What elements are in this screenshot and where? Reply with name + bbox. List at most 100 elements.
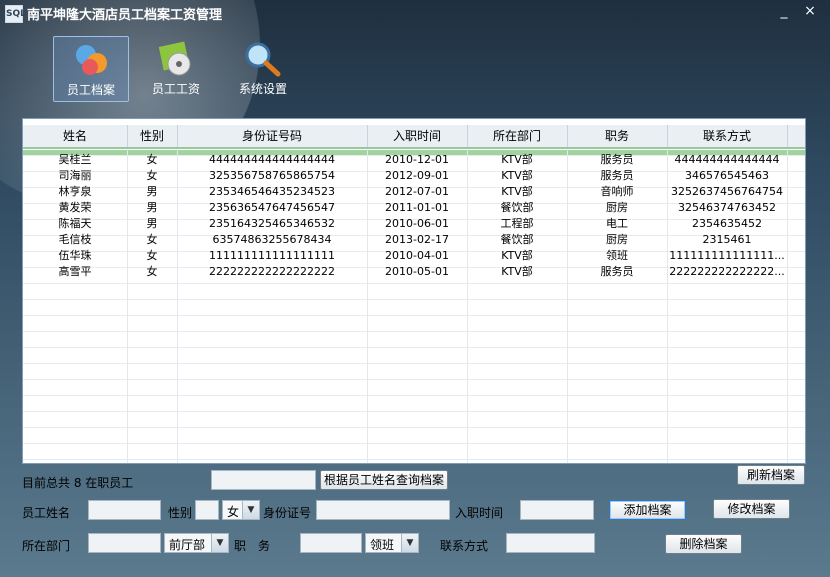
id-number-input[interactable]: [316, 500, 450, 520]
position-select[interactable]: 领班 ▼: [365, 533, 419, 553]
table-cell: 司海丽: [58, 169, 92, 182]
table-row[interactable]: 吴桂兰 女 444444444444444444 2010-12-01 KTV部 服务员 4…: [23, 152, 805, 168]
table-cell: 工程部: [500, 217, 534, 230]
table-cell: 毛信枝: [58, 233, 92, 246]
table-cell: 女: [146, 233, 158, 246]
table-cell: 男: [146, 217, 158, 230]
column-header[interactable]: 姓名: [23, 125, 128, 147]
main-window: SQL 南平坤隆大酒店员工档案工资管理 _ × 员工档案 员工工资 系统设置 姓…: [0, 0, 830, 577]
chevron-down-icon[interactable]: ▼: [401, 534, 418, 552]
table-cell: KTV部: [501, 185, 533, 198]
department-select-value: 前厅部: [169, 538, 206, 552]
chevron-down-icon[interactable]: ▼: [211, 534, 228, 552]
table-cell: 222222222222222...: [669, 265, 785, 278]
table-cell: 2011-01-01: [385, 201, 449, 214]
table-row[interactable]: 伍华珠 女 111111111111111111 2010-04-01 KTV部 领班 11…: [23, 248, 805, 264]
table-row[interactable]: 毛信枝 女 63574863255678434 2013-02-17 餐饮部 厨房 2315…: [23, 232, 805, 248]
grid-row-line: [23, 299, 805, 300]
magnifier-icon: [245, 42, 281, 77]
table-cell: 2315461: [702, 233, 752, 246]
salary-disc-icon: [158, 41, 191, 76]
table-row[interactable]: 陈福天 男 235164325465346532 2010-06-01 工程部 电工 235…: [23, 216, 805, 232]
table-cell: 林亨泉: [58, 185, 92, 198]
column-header[interactable]: 联系方式: [667, 125, 788, 147]
toolbar-label: 员工档案: [66, 83, 115, 97]
table-cell: 235164325465346532: [209, 217, 335, 230]
table-cell: 高雪平: [58, 265, 92, 278]
toolbar-label: 员工工资: [151, 82, 200, 96]
employee-table[interactable]: 姓名 性别 身份证号码 入职时间 所在部门 职务 联系方式 吴桂兰女 444444…: [22, 118, 806, 464]
column-header[interactable]: 所在部门: [467, 125, 568, 147]
search-name-input[interactable]: [211, 470, 316, 490]
column-header[interactable]: 入职时间: [367, 125, 468, 147]
hire-date-label: 入职时间: [455, 506, 504, 520]
column-header[interactable]: 身份证号码: [177, 125, 368, 147]
table-cell: 电工: [606, 217, 628, 230]
table-cell: 2012-07-01: [385, 185, 449, 198]
column-header[interactable]: 性别: [127, 125, 178, 147]
title-bar: SQL 南平坤隆大酒店员工档案工资管理 _ ×: [0, 0, 830, 26]
search-by-name-button[interactable]: 根据员工姓名查询档案: [320, 470, 448, 490]
table-cell: KTV部: [501, 249, 533, 262]
table-cell: 厨房: [606, 233, 628, 246]
table-cell: 444444444444444444: [209, 153, 335, 166]
toolbar-system-settings[interactable]: 系统设置: [226, 36, 300, 100]
gender-select[interactable]: 女 ▼: [222, 500, 260, 520]
table-cell: 111111111111111...: [669, 249, 785, 262]
table-cell: 服务员: [600, 265, 634, 278]
table-cell: 女: [146, 169, 158, 182]
name-label: 员工姓名: [22, 506, 71, 520]
table-cell: 女: [146, 249, 158, 262]
table-cell: 2354635452: [692, 217, 762, 230]
edit-record-button[interactable]: 修改档案: [713, 499, 790, 519]
table-cell: 伍华珠: [58, 249, 92, 262]
table-row[interactable]: 林亨泉 男 235346546435234523 2012-07-01 KTV部 音响师 3…: [23, 184, 805, 200]
refresh-records-button[interactable]: 刷新档案: [737, 465, 805, 485]
grid-row-line: [23, 363, 805, 364]
table-row[interactable]: 司海丽 女 325356758765865754 2012-09-01 KTV部 服务员 3…: [23, 168, 805, 184]
table-header: 姓名 性别 身份证号码 入职时间 所在部门 职务 联系方式: [23, 125, 805, 149]
table-cell: KTV部: [501, 169, 533, 182]
table-cell: 346576545463: [685, 169, 769, 182]
gender-input[interactable]: [195, 500, 219, 520]
grid-row-line: [23, 347, 805, 348]
table-cell: 325356758765865754: [209, 169, 335, 182]
table-cell: 2010-04-01: [385, 249, 449, 262]
table-cell: 男: [146, 201, 158, 214]
table-cell: 女: [146, 265, 158, 278]
toolbar-label: 系统设置: [238, 82, 287, 96]
position-input[interactable]: [300, 533, 362, 553]
close-button[interactable]: ×: [798, 2, 822, 22]
delete-record-button[interactable]: 删除档案: [665, 534, 742, 554]
table-cell: 111111111111111111: [209, 249, 335, 262]
hire-date-input[interactable]: [520, 500, 594, 520]
department-input[interactable]: [88, 533, 161, 553]
name-input[interactable]: [88, 500, 161, 520]
table-row[interactable]: 黄发荣 男 235636547647456547 2011-01-01 餐饮部 厨房 325…: [23, 200, 805, 216]
grid-row-line: [23, 443, 805, 444]
table-row[interactable]: 高雪平 女 222222222222222222 2010-05-01 KTV部 服务员 2…: [23, 264, 805, 280]
add-record-button[interactable]: 添加档案: [609, 500, 686, 520]
table-cell: 2010-05-01: [385, 265, 449, 278]
table-cell: 222222222222222222: [209, 265, 335, 278]
table-cell: 2010-12-01: [385, 153, 449, 166]
minimize-button[interactable]: _: [772, 2, 796, 22]
employee-count-summary: 目前总共 8 在职员工: [22, 476, 134, 490]
department-select[interactable]: 前厅部 ▼: [164, 533, 229, 553]
table-cell: 餐饮部: [500, 201, 534, 214]
table-cell: 444444444444444: [674, 153, 780, 166]
table-cell: 男: [146, 185, 158, 198]
table-cell: 领班: [606, 249, 628, 262]
column-header[interactable]: 职务: [567, 125, 668, 147]
table-cell: 吴桂兰: [58, 153, 92, 166]
table-cell: 2012-09-01: [385, 169, 449, 182]
table-cell: 厨房: [606, 201, 628, 214]
toolbar-employee-records[interactable]: 员工档案: [53, 36, 129, 102]
contact-input[interactable]: [506, 533, 595, 553]
table-cell: 女: [146, 153, 158, 166]
chevron-down-icon[interactable]: ▼: [242, 501, 259, 519]
grid-row-line: [23, 411, 805, 412]
id-number-label: 身份证号: [263, 506, 312, 520]
toolbar-employee-salary[interactable]: 员工工资: [139, 36, 213, 100]
table-cell: 235346546435234523: [209, 185, 335, 198]
